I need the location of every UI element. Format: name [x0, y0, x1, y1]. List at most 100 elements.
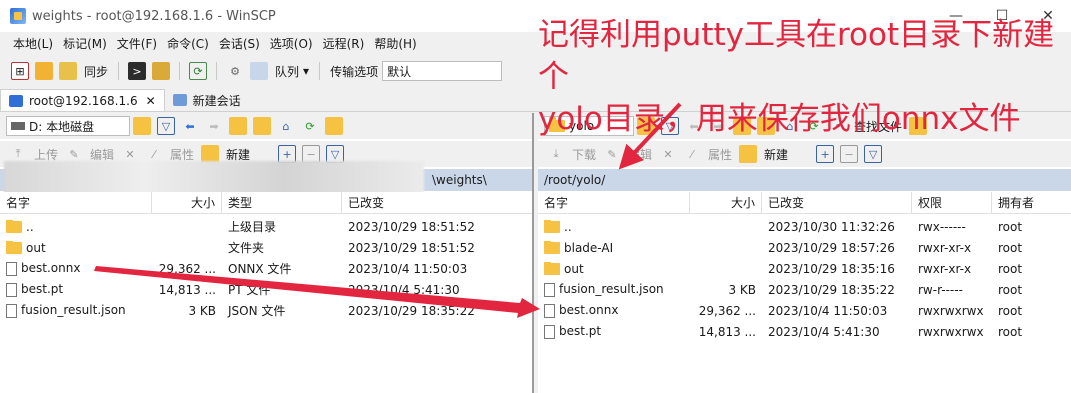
putty-icon[interactable] [152, 62, 171, 80]
table-row[interactable]: best.onnx 29,362 ... ONNX 文件 2023/10/4 1… [0, 258, 532, 279]
file-name: fusion_result.json [559, 282, 664, 297]
synchronize-browse-icon[interactable] [35, 62, 53, 80]
parent-dir-icon[interactable] [229, 117, 247, 135]
new-button[interactable]: 新建 [764, 146, 788, 163]
table-row[interactable]: best.onnx 29,362 ... 2023/10/4 11:50:03 … [538, 300, 1071, 321]
home-icon[interactable]: ⌂ [277, 117, 295, 135]
file-changed: 2023/10/29 18:35:22 [768, 282, 895, 297]
terminal-icon[interactable]: > [128, 62, 147, 80]
file-size: 14,813 ... [158, 282, 216, 297]
filter-icon[interactable]: ▽ [864, 145, 883, 163]
col-owner[interactable]: 拥有者 [992, 192, 1071, 214]
table-row[interactable]: out 2023/10/29 18:35:16 rwxr-xr-x root [538, 258, 1071, 279]
file-name: best.onnx [21, 261, 81, 276]
new-icon[interactable] [739, 145, 758, 163]
col-changed[interactable]: 已改变 [342, 192, 532, 214]
file-owner: root [998, 282, 1023, 297]
root-dir-icon[interactable] [253, 117, 271, 135]
close-icon[interactable]: ✕ [146, 94, 156, 108]
rename-icon[interactable]: ⁄ [683, 145, 701, 163]
col-type[interactable]: 类型 [222, 191, 342, 214]
chevron-down-icon[interactable]: ▾ [303, 64, 309, 78]
file-type: 文件夹 [228, 241, 265, 255]
gear-icon[interactable]: ⚙ [226, 62, 244, 80]
file-type: 上级目录 [228, 220, 277, 234]
new-button[interactable]: 新建 [226, 146, 250, 163]
minus-icon[interactable]: − [840, 145, 859, 163]
properties-button[interactable]: 属性 [708, 146, 732, 163]
transfer-preset-select[interactable]: 默认 [382, 61, 503, 81]
col-name[interactable]: 名字 [0, 191, 152, 214]
col-name[interactable]: 名字 [538, 191, 690, 214]
file-name: .. [564, 219, 572, 234]
file-size: 29,362 ... [698, 303, 756, 318]
properties-button[interactable]: 属性 [170, 146, 194, 163]
winscp-window: weights - root@192.168.1.6 - WinSCP — ☐ … [0, 0, 1071, 393]
menu-session[interactable]: 会话(S) [214, 33, 265, 55]
col-size[interactable]: 大小 [152, 191, 222, 214]
menu-local[interactable]: 本地(L) [8, 33, 58, 55]
menu-commands[interactable]: 命令(C) [162, 33, 214, 55]
filter-icon[interactable]: ▽ [157, 117, 175, 135]
tab-new-session-label: 新建会话 [192, 93, 241, 108]
local-path-bar[interactable]: \weights\ [0, 161, 532, 197]
tab-new-session[interactable]: 新建会话 [165, 89, 249, 111]
remote-action-toolbar: ⤓ 下载 ✎ 编辑 ✕ ⁄ 属性 新建 + − ▽ [538, 141, 1071, 167]
table-row[interactable]: blade-AI 2023/10/29 18:57:26 rwxr-xr-x r… [538, 237, 1071, 258]
download-icon[interactable]: ⤓ [547, 145, 565, 163]
table-row[interactable]: fusion_result.json 3 KB JSON 文件 2023/10/… [0, 300, 532, 321]
file-name: fusion_result.json [21, 303, 126, 318]
col-rights[interactable]: 权限 [912, 191, 992, 214]
sync-button[interactable]: 同步 [84, 63, 108, 80]
col-changed[interactable]: 已改变 [762, 191, 912, 214]
window-title: weights - root@192.168.1.6 - WinSCP [32, 8, 276, 24]
file-changed: 2023/10/29 18:51:52 [348, 219, 475, 234]
table-row[interactable]: .. 2023/10/30 11:32:26 rwx------ root [538, 216, 1071, 237]
file-name: best.onnx [559, 303, 619, 318]
refresh-session-icon[interactable]: ⟳ [189, 62, 208, 80]
compare-dirs-icon[interactable]: ⊞ [11, 62, 29, 80]
menu-help[interactable]: 帮助(H) [369, 33, 421, 55]
file-type: PT 文件 [228, 283, 271, 297]
table-row[interactable]: .. 上级目录 2023/10/29 18:51:52 [0, 216, 532, 237]
toolbar-divider [118, 62, 120, 80]
table-row[interactable]: fusion_result.json 3 KB 2023/10/29 18:35… [538, 279, 1071, 300]
queue-button[interactable]: 队列 [275, 63, 299, 80]
annotation-note: 记得利用putty工具在root目录下新建个 yolo目录，用来保存我们onnx… [538, 14, 1071, 140]
table-row[interactable]: best.pt 14,813 ... PT 文件 2023/10/4 5:41:… [0, 279, 532, 300]
menu-mark[interactable]: 标记(M) [58, 33, 112, 55]
menu-remote[interactable]: 远程(R) [318, 33, 370, 55]
toolbar-divider [179, 62, 181, 80]
edit-button[interactable]: 编辑 [628, 146, 652, 163]
edit-icon[interactable]: ✎ [603, 145, 621, 163]
table-row[interactable]: out 文件夹 2023/10/29 18:51:52 [0, 237, 532, 258]
upload-button[interactable]: 上传 [34, 146, 58, 163]
queue-icon[interactable] [250, 62, 269, 80]
table-row[interactable]: best.pt 14,813 ... 2023/10/4 5:41:30 rwx… [538, 321, 1071, 342]
menu-options[interactable]: 选项(O) [265, 33, 318, 55]
annotation-line-2: yolo目录，用来保存我们onnx文件 [538, 101, 1021, 137]
tab-session[interactable]: root@192.168.1.6 ✕ [0, 89, 165, 111]
file-name: blade-AI [564, 240, 614, 255]
plus-icon[interactable]: + [816, 145, 835, 163]
file-icon [544, 303, 555, 318]
forward-arrow-icon[interactable]: ➡ [205, 117, 223, 135]
local-drive-select[interactable]: D: 本地磁盘 [6, 116, 130, 136]
sync-icon[interactable] [59, 62, 77, 80]
file-changed: 2023/10/29 18:57:26 [768, 240, 895, 255]
file-rights: rwxrwxrwx [918, 303, 984, 318]
refresh-icon[interactable]: ⟳ [301, 117, 319, 135]
menu-file[interactable]: 文件(F) [112, 33, 162, 55]
col-size[interactable]: 大小 [690, 191, 762, 214]
tree-icon[interactable] [325, 117, 343, 135]
download-button[interactable]: 下载 [572, 146, 596, 163]
open-folder-icon[interactable] [133, 117, 151, 135]
transfer-options-label: 传输选项 [330, 64, 379, 79]
file-icon [544, 282, 555, 297]
remote-path-bar[interactable]: /root/yolo/ [538, 169, 1071, 191]
new-session-icon [172, 94, 187, 106]
back-arrow-icon[interactable]: ⬅ [181, 117, 199, 135]
toolbar-divider [216, 62, 218, 80]
delete-icon[interactable]: ✕ [659, 145, 677, 163]
edit-button[interactable]: 编辑 [90, 146, 114, 163]
